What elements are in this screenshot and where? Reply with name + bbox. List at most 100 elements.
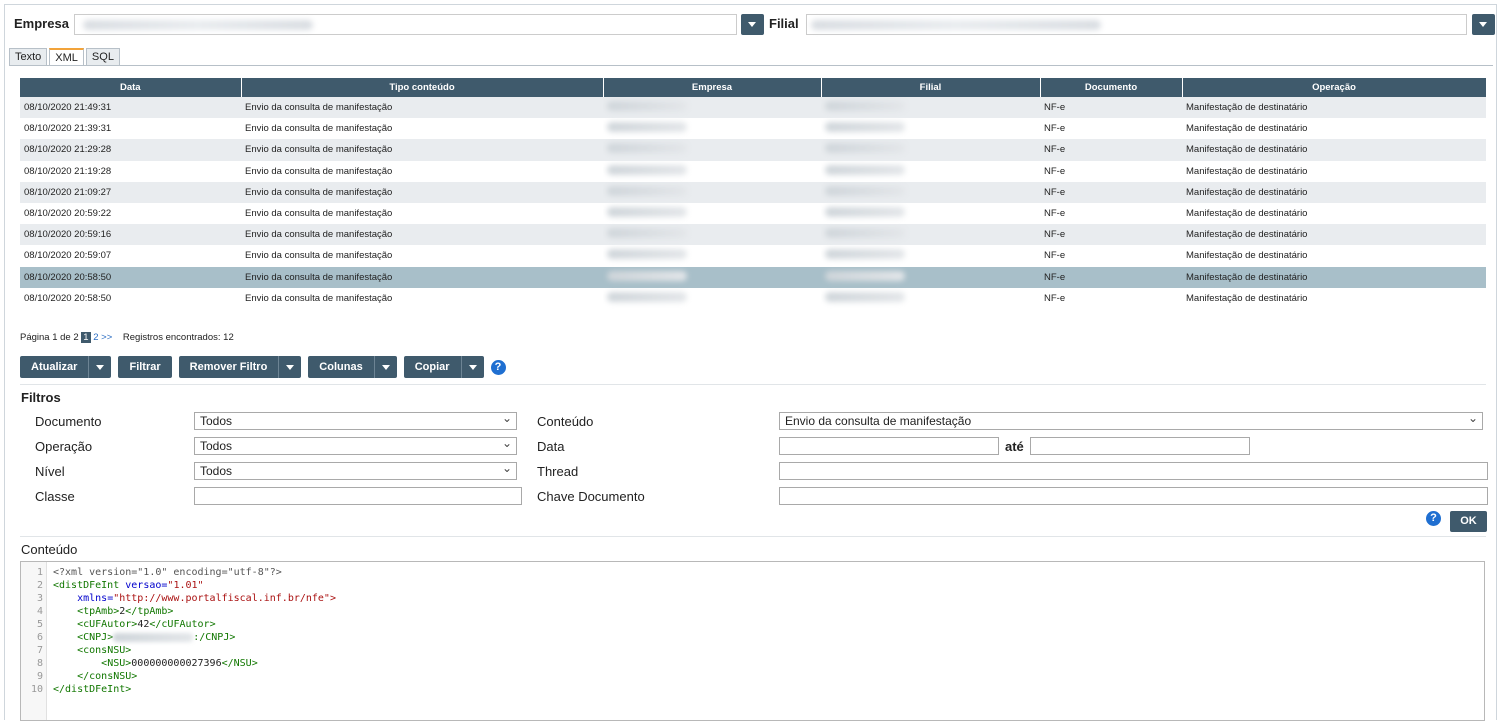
redacted-value [825,291,905,302]
cell-documento: NF-e [1040,97,1182,119]
filial-select[interactable] [806,14,1467,35]
xml-tag: :/CNPJ> [193,632,236,643]
line-number: 10 [30,684,43,695]
xml-tag: <distDFeInt [53,580,120,591]
pagination: Página 1 de 2 1 2 >> Registros encontrad… [20,332,234,343]
table-row[interactable]: 08/10/2020 20:58:50 Envio da consulta de … [20,266,1486,288]
redacted-value [825,270,905,281]
cell-empresa-redacted [603,202,821,225]
log-table: Data Tipo conteúdo Empresa Filial Docume… [20,78,1487,309]
help-icon[interactable]: ? [490,359,506,375]
documento-select[interactable]: Todos [194,411,517,430]
column-header-operacao[interactable]: Operação [1182,78,1487,97]
ate-label: até [1005,439,1024,454]
ok-button[interactable]: OK [1450,511,1487,532]
xml-tag: </consNSU> [77,671,138,682]
code-line: <NSU>000000000027396</NSU> [53,658,258,669]
cell-filial-redacted [821,181,1040,203]
filial-redacted [811,20,1101,30]
redacted-value [825,185,905,196]
tab-xml[interactable]: XML [49,48,84,66]
cell-documento: NF-e [1040,245,1182,267]
redacted-value [825,249,905,260]
copiar-dropdown-button[interactable] [460,356,484,378]
remover-filtro-button[interactable]: Remover Filtro [178,356,279,378]
cell-documento: NF-e [1040,287,1182,309]
next-page-link[interactable]: >> [101,332,112,343]
cell-tipo: Envio da consulta de manifestação [241,245,603,267]
xml-tag: </NSU> [221,658,258,669]
line-number: 3 [36,593,43,604]
tab-sql[interactable]: SQL [85,48,120,66]
operacao-select[interactable]: Todos [194,436,517,455]
page-2-link[interactable]: 2 [93,332,98,343]
remover-filtro-dropdown-button[interactable] [278,356,302,378]
empresa-dropdown-button[interactable] [741,14,764,35]
redacted-value [607,270,687,281]
empresa-label: Empresa [14,16,69,31]
tab-texto[interactable]: Texto [9,48,48,66]
cell-documento: NF-e [1040,202,1182,225]
table-row[interactable]: 08/10/2020 21:39:31 Envio da consulta de … [20,118,1486,140]
nivel-select[interactable]: Todos [194,461,517,480]
filtrar-button[interactable]: Filtrar [118,356,172,378]
table-row[interactable]: 08/10/2020 21:49:31 Envio da consulta de … [20,97,1486,119]
atualizar-dropdown-button[interactable] [88,356,112,378]
table-row[interactable]: 08/10/2020 20:59:07 Envio da consulta de … [20,245,1486,267]
column-header-data[interactable]: Data [20,78,242,97]
documento-label: Documento [35,414,102,429]
xml-tag: <tpAmb> [77,606,120,617]
xml-attribute: versao= [125,580,168,591]
cell-data: 08/10/2020 20:59:16 [20,224,241,246]
chave-documento-label: Chave Documento [537,489,645,504]
thread-input[interactable] [779,462,1488,480]
data-start-input[interactable] [779,437,999,455]
redacted-value [607,228,687,239]
xml-tag: <consNSU> [77,645,132,656]
classe-input[interactable] [194,487,522,505]
empresa-select[interactable] [74,14,737,35]
cell-data: 08/10/2020 20:59:22 [20,202,241,225]
cell-tipo: Envio da consulta de manifestação [241,118,603,140]
cell-documento: NF-e [1040,266,1182,288]
column-header-documento[interactable]: Documento [1040,78,1183,97]
cell-operacao: Manifestação de destinatário [1182,139,1486,161]
code-line: </distDFeInt> [53,684,131,695]
line-number: 8 [36,658,43,669]
xml-text: 42 [137,619,150,630]
cell-data: 08/10/2020 20:58:50 [20,287,241,309]
colunas-button[interactable]: Colunas [308,356,374,378]
colunas-split-button: Colunas [308,356,397,378]
cell-data: 08/10/2020 21:19:28 [20,160,241,182]
cell-operacao: Manifestação de destinatário [1182,202,1486,225]
atualizar-button[interactable]: Atualizar [20,356,89,378]
classe-label: Classe [35,489,75,504]
code-line: <tpAmb>2</tpAmb> [53,606,173,617]
code-line: <CNPJ>:/CNPJ> [53,632,235,643]
cell-filial-redacted [821,160,1040,182]
table-row[interactable]: 08/10/2020 20:58:50 Envio da consulta de … [20,287,1486,309]
cell-filial-redacted [821,139,1040,161]
column-header-tipo[interactable]: Tipo conteúdo [241,78,604,97]
colunas-dropdown-button[interactable] [373,356,397,378]
table-row[interactable]: 08/10/2020 21:09:27 Envio da consulta de … [20,181,1486,203]
filters-help-icon[interactable]: ? [1426,511,1441,526]
table-row[interactable]: 08/10/2020 21:29:28 Envio da consulta de … [20,139,1486,161]
column-header-filial[interactable]: Filial [821,78,1041,97]
column-header-empresa[interactable]: Empresa [603,78,822,97]
filial-dropdown-button[interactable] [1472,14,1495,35]
cell-documento: NF-e [1040,118,1182,140]
cell-empresa-redacted [603,160,821,182]
code-line: </consNSU> [53,671,137,682]
data-end-input[interactable] [1030,437,1250,455]
copiar-button[interactable]: Copiar [403,356,461,378]
table-row[interactable]: 08/10/2020 20:59:16 Envio da consulta de … [20,224,1486,246]
table-row[interactable]: 08/10/2020 20:59:22 Envio da consulta de … [20,202,1486,225]
cell-data: 08/10/2020 21:09:27 [20,181,241,203]
table-row[interactable]: 08/10/2020 21:19:28 Envio da consulta de … [20,160,1486,182]
conteudo-select[interactable]: Envio da consulta de manifestação [779,411,1483,430]
chave-documento-input[interactable] [779,487,1488,505]
page-1-link[interactable]: 1 [81,332,91,343]
xml-code-editor[interactable]: 1 2 3 4 5 6 7 8 9 10 <?xml version="1.0"… [20,561,1485,721]
pagination-prefix: Página 1 de 2 [20,332,79,343]
